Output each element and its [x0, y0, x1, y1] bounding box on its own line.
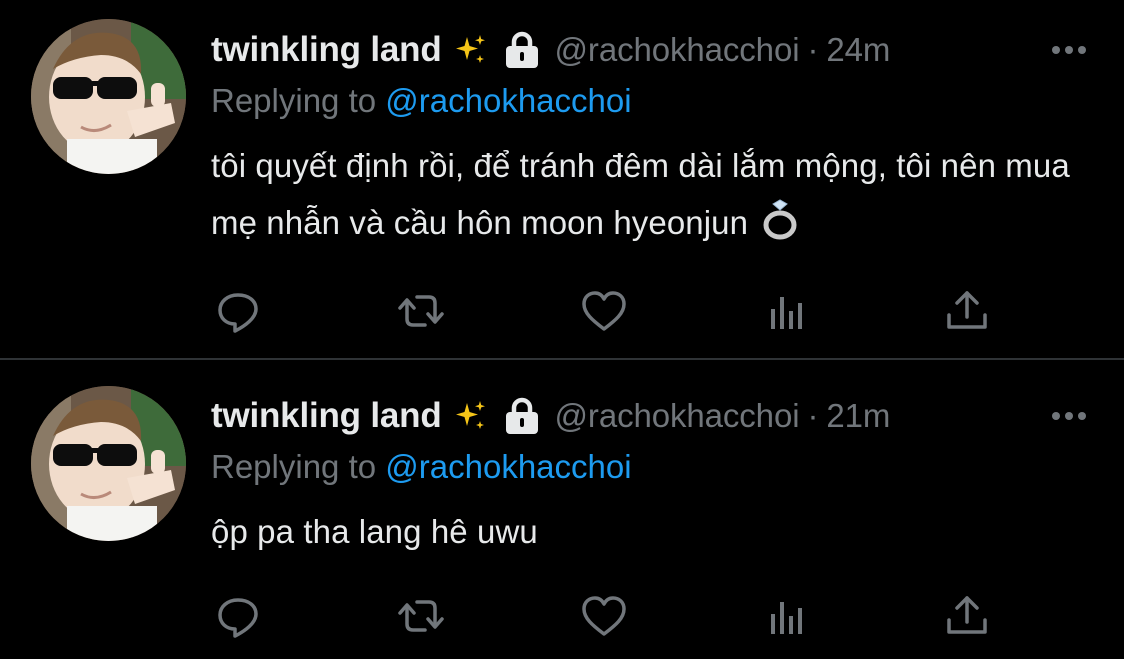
share-button[interactable]	[940, 286, 994, 336]
tweet-header: twinkling land @rachokhacchoi · 21m	[211, 394, 1094, 438]
more-icon[interactable]	[1049, 406, 1089, 426]
share-button[interactable]	[940, 591, 994, 641]
tweet-actions	[211, 591, 1011, 641]
tweet-header: twinkling land @rachokhacchoi · 24m	[211, 28, 1094, 72]
lock-icon	[504, 31, 540, 69]
replying-to-line: Replying to @rachokhacchoi	[211, 82, 632, 120]
reply-button[interactable]	[211, 286, 265, 336]
like-icon	[582, 291, 626, 331]
separator-dot: ·	[807, 397, 819, 434]
reply-button[interactable]	[211, 591, 265, 641]
tweet-divider	[0, 358, 1124, 360]
tweet[interactable]: twinkling land @rachokhacchoi · 24m Repl…	[0, 0, 1124, 359]
tweet-actions	[211, 286, 1011, 336]
retweet-button[interactable]	[394, 591, 448, 641]
user-handle[interactable]: @rachokhacchoi	[555, 31, 800, 69]
tweet-text: tôi quyết định rồi, để tránh đêm dài lắm…	[211, 137, 1084, 251]
like-button[interactable]	[577, 286, 631, 336]
avatar[interactable]	[31, 19, 186, 174]
like-icon	[582, 596, 626, 636]
avatar[interactable]	[31, 386, 186, 541]
retweet-icon	[398, 295, 444, 327]
replying-to-link[interactable]: @rachokhacchoi	[385, 82, 631, 119]
tweet-text-content: ộp pa tha lang hê uwu	[211, 513, 538, 550]
sparkles-icon	[454, 33, 488, 67]
analytics-icon	[771, 602, 802, 634]
ring-icon	[761, 198, 799, 240]
sparkles-icon	[454, 399, 488, 433]
share-icon	[947, 596, 987, 634]
tweet-text-content: tôi quyết định rồi, để tránh đêm dài lắm…	[211, 147, 1070, 241]
tweet-timeline: twinkling land @rachokhacchoi · 24m Repl…	[0, 0, 1124, 659]
retweet-button[interactable]	[394, 286, 448, 336]
more-icon[interactable]	[1049, 40, 1089, 60]
separator-dot: ·	[807, 31, 819, 68]
reply-icon	[218, 598, 258, 638]
like-button[interactable]	[577, 591, 631, 641]
timestamp[interactable]: 24m	[826, 31, 890, 69]
user-handle[interactable]: @rachokhacchoi	[555, 397, 800, 435]
replying-to-prefix: Replying to	[211, 82, 377, 119]
timestamp[interactable]: 21m	[826, 397, 890, 435]
share-icon	[947, 291, 987, 329]
display-name[interactable]: twinkling land	[211, 30, 442, 70]
tweet[interactable]: twinkling land @rachokhacchoi · 21m Repl…	[0, 361, 1124, 659]
analytics-button[interactable]	[760, 591, 814, 641]
reply-icon	[218, 293, 258, 333]
tweet-text: ộp pa tha lang hê uwu	[211, 503, 1084, 560]
replying-to-prefix: Replying to	[211, 448, 377, 485]
display-name[interactable]: twinkling land	[211, 396, 442, 436]
replying-to-link[interactable]: @rachokhacchoi	[385, 448, 631, 485]
analytics-button[interactable]	[760, 286, 814, 336]
analytics-icon	[771, 297, 802, 329]
retweet-icon	[398, 600, 444, 632]
lock-icon	[504, 397, 540, 435]
replying-to-line: Replying to @rachokhacchoi	[211, 448, 632, 486]
